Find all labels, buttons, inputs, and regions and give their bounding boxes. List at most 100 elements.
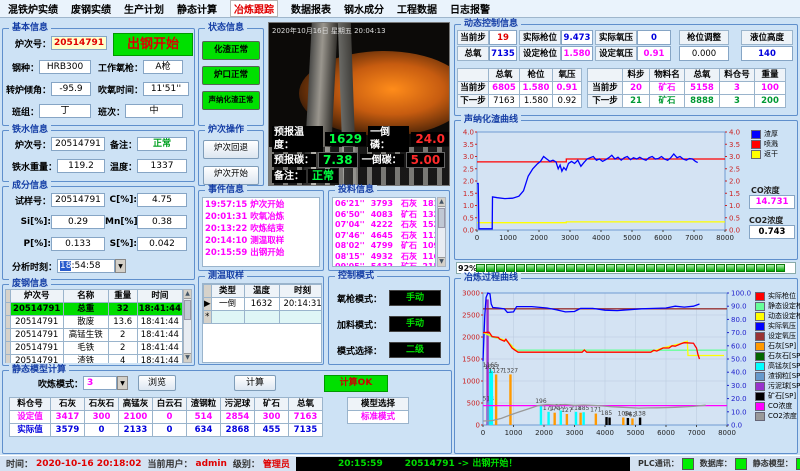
menu-item[interactable]: 数据报表 xyxy=(291,1,331,16)
feed-scrollbar[interactable]: ▲▼ xyxy=(437,197,446,267)
turndown-p-label: 一倒磷： xyxy=(368,126,409,152)
legend-swatch xyxy=(755,382,765,391)
table-row[interactable]: 20514791渣铁418:41:44 xyxy=(6,355,183,364)
table-row[interactable]: 20514791高锰生铁218:41:44 xyxy=(6,329,183,342)
cell: 2133 xyxy=(119,424,153,437)
cell: 当前步 xyxy=(588,82,623,95)
svg-text:4.0: 4.0 xyxy=(729,129,740,137)
turndown-c-label: 一倒碳： xyxy=(360,154,404,167)
blow-mode-dropdown[interactable]: 3 ▼ xyxy=(83,376,128,390)
analysis-time-dropdown[interactable]: 18:54:58 ▼ xyxy=(57,259,126,273)
hm-remark-label: 备注： xyxy=(105,138,137,151)
scroll-up-icon[interactable]: ▲ xyxy=(184,290,191,299)
scroll-down-icon[interactable]: ▼ xyxy=(184,353,191,362)
status-button[interactable]: 声纳化渣正常 xyxy=(202,91,260,110)
cell: 3417 xyxy=(51,411,85,424)
cell: 8888 xyxy=(685,95,720,108)
heat-op-button[interactable]: 炉次回退 xyxy=(203,140,259,159)
tap-start-button[interactable]: 出钢开始 xyxy=(113,33,193,56)
group-label: 班组： xyxy=(5,105,39,118)
table-row[interactable]: 20514791毛铁218:41:44 xyxy=(6,342,183,355)
legend-swatch xyxy=(751,150,761,159)
status-button[interactable]: 炉口正常 xyxy=(202,66,260,85)
table-row[interactable]: 20514791总重3218:41:44 xyxy=(6,303,183,316)
co2-value: 0.743 xyxy=(749,225,795,239)
scroll-thumb[interactable] xyxy=(438,208,445,228)
svg-text:5000: 5000 xyxy=(623,234,641,242)
progress-block xyxy=(586,264,595,272)
svg-text:1127: 1127 xyxy=(488,367,503,374)
status-message: 20514791 -> 出钢开始！ xyxy=(405,457,518,471)
control-mode-value[interactable]: 手动 xyxy=(389,290,441,306)
panel-dynamic-control: 动态控制信息 当前步 19 实际枪位 9.473 实际氧压 0 总氧 7135 … xyxy=(454,24,798,116)
cell: 3579 xyxy=(51,424,85,437)
cell: 2 xyxy=(108,342,137,355)
panel-title: 状态信息 xyxy=(205,23,247,34)
legend-swatch xyxy=(755,412,765,421)
sample-row: 试样号： 20514791 C[%]: 4.75 xyxy=(5,192,187,208)
menu-item[interactable]: 静态计算 xyxy=(177,1,217,16)
menu-item[interactable]: 工程数据 xyxy=(397,1,437,16)
scroll-down-icon[interactable]: ▼ xyxy=(438,257,445,266)
svg-text:2000: 2000 xyxy=(462,334,480,342)
legend-swatch xyxy=(755,392,765,401)
chevron-down-icon[interactable]: ▼ xyxy=(117,376,128,390)
furnace-camera-view: 2020年10月16日 星期五 20:04:13 预报温度： 1629 一倒磷：… xyxy=(268,22,450,186)
svg-text:3000: 3000 xyxy=(566,429,584,437)
svg-text:2500: 2500 xyxy=(462,312,480,320)
svg-text:1.0: 1.0 xyxy=(463,202,474,210)
progress-block xyxy=(776,264,785,272)
feed-cell: 07'46'' xyxy=(335,231,365,242)
control-mode-value[interactable]: 手动 xyxy=(389,316,441,332)
menu-item[interactable]: 日志报警 xyxy=(450,1,490,16)
set-lance-value: 1.580 xyxy=(561,46,593,61)
svg-text:1500: 1500 xyxy=(462,356,480,364)
feed-cell: 113Kg xyxy=(421,231,436,242)
cell: 20514791 xyxy=(10,316,63,329)
cell: 3 xyxy=(720,82,755,95)
cell: 下一步 xyxy=(588,95,623,108)
menu-item[interactable]: 冶炼跟踪 xyxy=(230,0,278,17)
co-value: 14.731 xyxy=(749,195,795,209)
steel-value: HRB300 xyxy=(39,60,91,74)
scrap-scrollbar[interactable]: ▲▼ xyxy=(183,289,192,363)
scroll-thumb[interactable] xyxy=(184,300,191,320)
panel-title: 成分信息 xyxy=(9,181,51,192)
scroll-up-icon[interactable]: ▲ xyxy=(438,198,445,207)
column-header: 重量 xyxy=(755,69,786,82)
menu-item[interactable]: 混铁炉实绩 xyxy=(8,1,58,16)
cell: 渣铁 xyxy=(63,355,108,364)
scrap-grid: 炉次号名称重量时间20514791总重3218:41:4420514791散废1… xyxy=(5,289,183,363)
panel-title: 投料信息 xyxy=(335,185,377,196)
app-window: 混铁炉实绩废钢实绩生产计划静态计算冶炼跟踪数据报表钢水成分工程数据日志报警 基本… xyxy=(0,0,800,471)
menu-item[interactable]: 生产计划 xyxy=(124,1,164,16)
control-mode-value[interactable]: 二级 xyxy=(389,342,441,358)
table-row[interactable]: ▶一倒163220:14:31 xyxy=(204,298,323,311)
table-row: 标准模式 xyxy=(348,411,409,424)
legend-label: 动态设定枪位 xyxy=(768,311,800,321)
svg-text:500: 500 xyxy=(467,400,480,408)
heat-op-button[interactable]: 炉次开始 xyxy=(203,166,259,185)
feed-cell: 4083 xyxy=(365,210,393,221)
column-header: 温度 xyxy=(244,285,279,298)
cell: 514 xyxy=(187,411,221,424)
cell: 0 xyxy=(153,424,187,437)
o2-label: 总氧 xyxy=(457,46,489,61)
status-button[interactable]: 化渣正常 xyxy=(202,41,260,60)
table-row[interactable]: * xyxy=(204,311,323,324)
column-header: 石灰石 xyxy=(85,398,119,411)
menu-item[interactable]: 钢水成分 xyxy=(344,1,384,16)
heat-ops-buttons: 炉次回退炉次开始 xyxy=(199,133,263,185)
chevron-down-icon[interactable]: ▼ xyxy=(115,259,126,273)
progress-block xyxy=(516,264,525,272)
progress-block xyxy=(646,264,655,272)
calc-button[interactable]: 计算 xyxy=(234,375,276,391)
table-row[interactable]: 20514791散废13.618:41:44 xyxy=(6,316,183,329)
table-row: 当前步20矿石51583100 xyxy=(588,82,786,95)
hm-heat-no-row: 炉次号： 20514791 备注： 正常 xyxy=(5,136,187,152)
feed-cell: 06'21'' xyxy=(335,199,365,210)
feed-item: 08'15''4932石灰116Kg xyxy=(335,252,433,263)
menu-item[interactable]: 废钢实绩 xyxy=(71,1,111,16)
browse-button[interactable]: 浏览 xyxy=(138,375,176,391)
calc-ok-button[interactable]: 计算OK xyxy=(324,375,388,392)
